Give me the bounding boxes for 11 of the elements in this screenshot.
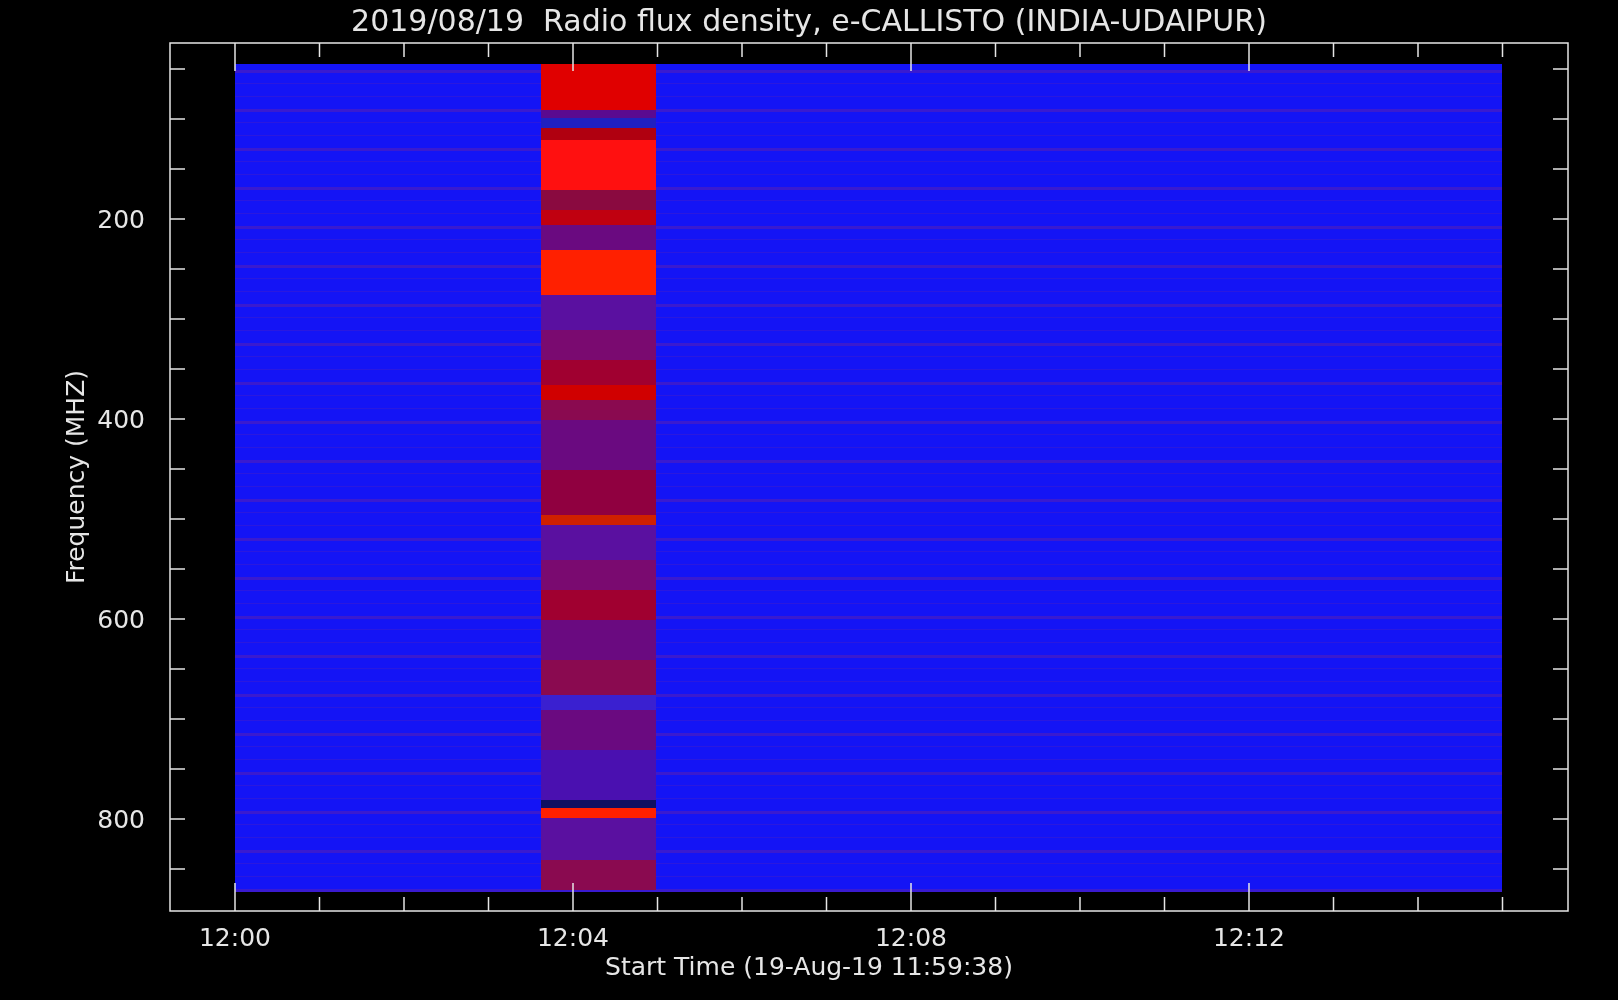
tick-label: 12:08 [875, 923, 947, 952]
tick-label: 200 [97, 205, 145, 234]
plot-title: 2019/08/19 Radio flux density, e-CALLISTO (INDIA-UDAIPUR) [351, 3, 1267, 38]
tick-label: 400 [97, 405, 145, 434]
axis-label: Frequency (MHZ) [61, 369, 90, 585]
axis-label: Start Time (19-Aug-19 11:59:38) [605, 952, 1013, 981]
tick-label: 12:00 [199, 923, 271, 952]
tick-label: 600 [97, 605, 145, 634]
tick-label: 12:12 [1213, 923, 1285, 952]
tick-label: 800 [97, 805, 145, 834]
tick-label: 12:04 [537, 923, 609, 952]
